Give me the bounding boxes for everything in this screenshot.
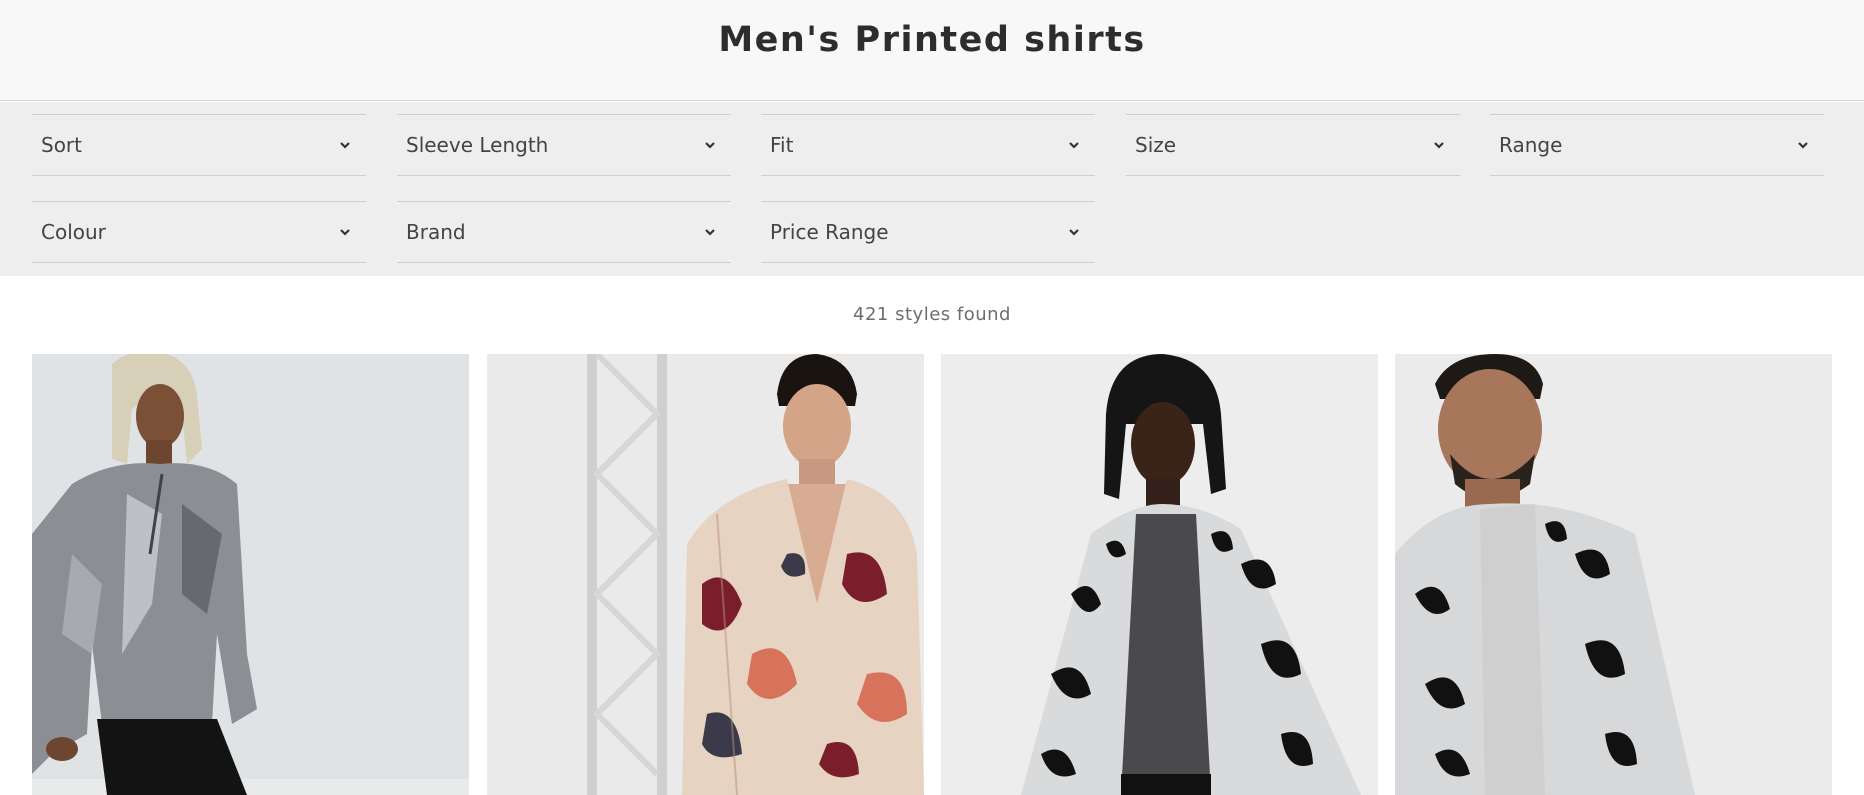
page-title: Men's Printed shirts — [718, 20, 1146, 60]
product-image-metallic-silver-shirt[interactable] — [32, 354, 469, 795]
filter-label: Fit — [770, 133, 794, 157]
page-header: Men's Printed shirts — [0, 0, 1864, 101]
chevron-down-icon — [1069, 142, 1079, 149]
filter-colour[interactable]: Colour — [32, 201, 366, 263]
product-card[interactable] — [487, 354, 924, 795]
filter-label: Range — [1499, 133, 1563, 157]
filter-fit[interactable]: Fit — [761, 114, 1095, 176]
product-card[interactable] — [1395, 354, 1832, 795]
filter-label: Size — [1135, 133, 1177, 157]
filter-bar: Sort Sleeve Length Fit Size Range Colour… — [0, 102, 1864, 276]
chevron-down-icon — [1434, 142, 1444, 149]
product-card[interactable] — [941, 354, 1378, 795]
product-card[interactable] — [32, 354, 469, 795]
chevron-down-icon — [1798, 142, 1808, 149]
product-image-floral-print-shirt[interactable] — [941, 354, 1378, 795]
filter-label: Brand — [406, 220, 466, 244]
results-count: 421 styles found — [853, 304, 1011, 325]
chevron-down-icon — [340, 142, 350, 149]
filter-sleeve-length[interactable]: Sleeve Length — [397, 114, 731, 176]
filter-range[interactable]: Range — [1490, 114, 1824, 176]
filter-label: Sleeve Length — [406, 133, 549, 157]
product-image-paisley-print-shirt[interactable] — [487, 354, 924, 795]
chevron-down-icon — [1069, 229, 1079, 236]
chevron-down-icon — [340, 229, 350, 236]
chevron-down-icon — [705, 229, 715, 236]
filter-label: Price Range — [770, 220, 889, 244]
filter-label: Colour — [41, 220, 106, 244]
filter-price-range[interactable]: Price Range — [761, 201, 1095, 263]
product-image-floral-print-shirt-plus[interactable] — [1395, 354, 1832, 795]
filter-label: Sort — [41, 133, 82, 157]
chevron-down-icon — [705, 142, 715, 149]
filter-brand[interactable]: Brand — [397, 201, 731, 263]
filter-sort[interactable]: Sort — [32, 114, 366, 176]
filter-size[interactable]: Size — [1126, 114, 1460, 176]
